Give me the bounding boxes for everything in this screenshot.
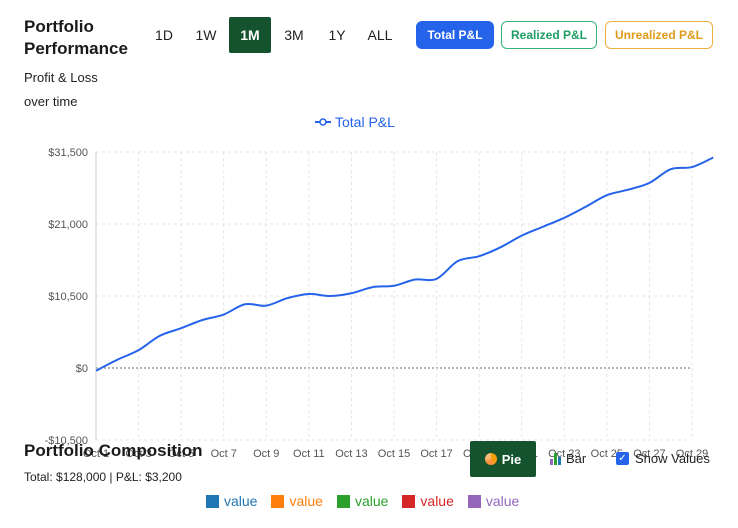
- page-subtitle: Profit & Loss over time: [24, 70, 98, 109]
- bar-view-button[interactable]: Bar: [550, 451, 586, 466]
- total-pnl-button[interactable]: Total P&L: [416, 21, 494, 49]
- portfolio-card: Portfolio Performance Profit & Loss over…: [0, 0, 738, 528]
- bar-label: Bar: [566, 451, 587, 466]
- y-tick-label: $31,500: [48, 147, 88, 159]
- y-tick-label: $0: [76, 363, 88, 375]
- composition-legend-item[interactable]: value: [402, 493, 454, 509]
- composition-legend-item[interactable]: value: [206, 493, 257, 509]
- legend-swatch: [271, 494, 285, 508]
- range-1m-button[interactable]: 1M: [229, 17, 271, 53]
- checkbox-checked-icon[interactable]: ✓: [616, 452, 629, 465]
- unrealized-pnl-button[interactable]: Unrealized P&L: [605, 21, 713, 49]
- range-all-button[interactable]: ALL: [359, 17, 401, 53]
- range-1d-button[interactable]: 1D: [143, 17, 185, 53]
- composition-legend-item[interactable]: value: [336, 493, 389, 509]
- legend-swatch: [336, 494, 350, 508]
- composition-legend-item[interactable]: value: [271, 493, 323, 509]
- legend-swatch: [467, 494, 481, 508]
- range-1y-button[interactable]: 1Y: [316, 17, 358, 53]
- composition-summary: Total: $128,000 | P&L: $3,200: [24, 470, 182, 484]
- y-tick-label: $10,500: [48, 291, 88, 303]
- pie-view-button[interactable]: Pie: [470, 441, 536, 477]
- x-tick-label: Oct 13: [335, 448, 367, 460]
- show-values-label: Show Values: [635, 451, 710, 466]
- x-tick-label: Oct 15: [378, 448, 410, 460]
- show-values-toggle[interactable]: ✓ Show Values: [616, 451, 710, 466]
- pnl-line-chart: $31,500$21,000$10,500$0-$10,500Oct 1 Oct …: [45, 147, 714, 460]
- legend-item-label: value: [354, 493, 389, 509]
- legend-line-icon: [315, 118, 331, 126]
- y-tick-label: $21,000: [48, 219, 88, 231]
- pie-label: Pie: [501, 451, 522, 467]
- bar-chart-icon: [550, 452, 561, 465]
- legend-swatch: [402, 494, 416, 508]
- chart-legend[interactable]: Total P&L: [315, 114, 395, 130]
- composition-legend: value value value value value: [206, 493, 519, 509]
- composition-legend-item[interactable]: value: [467, 493, 520, 509]
- range-1w-button[interactable]: 1W: [185, 17, 227, 53]
- composition-title: Portfolio Composition: [24, 441, 203, 460]
- x-tick-label: Oct 9: [253, 448, 279, 460]
- x-tick-label: Oct 7: [211, 448, 237, 460]
- page-title: Portfolio Performance: [24, 17, 128, 58]
- x-tick-label: Oct 11: [293, 448, 325, 460]
- pie-icon: [484, 453, 497, 465]
- series-line-total-pnl: [95, 156, 714, 372]
- legend-swatch: [206, 494, 219, 508]
- legend-item-label: value: [289, 493, 323, 509]
- range-3m-button[interactable]: 3M: [273, 17, 315, 53]
- legend-label: Total P&L: [335, 114, 395, 130]
- legend-item-label: value: [485, 493, 520, 509]
- realized-pnl-button[interactable]: Realized P&L: [501, 21, 597, 49]
- x-tick-label: Oct 17: [420, 448, 452, 460]
- legend-item-label: value: [224, 493, 258, 509]
- legend-item-label: value: [420, 493, 454, 509]
